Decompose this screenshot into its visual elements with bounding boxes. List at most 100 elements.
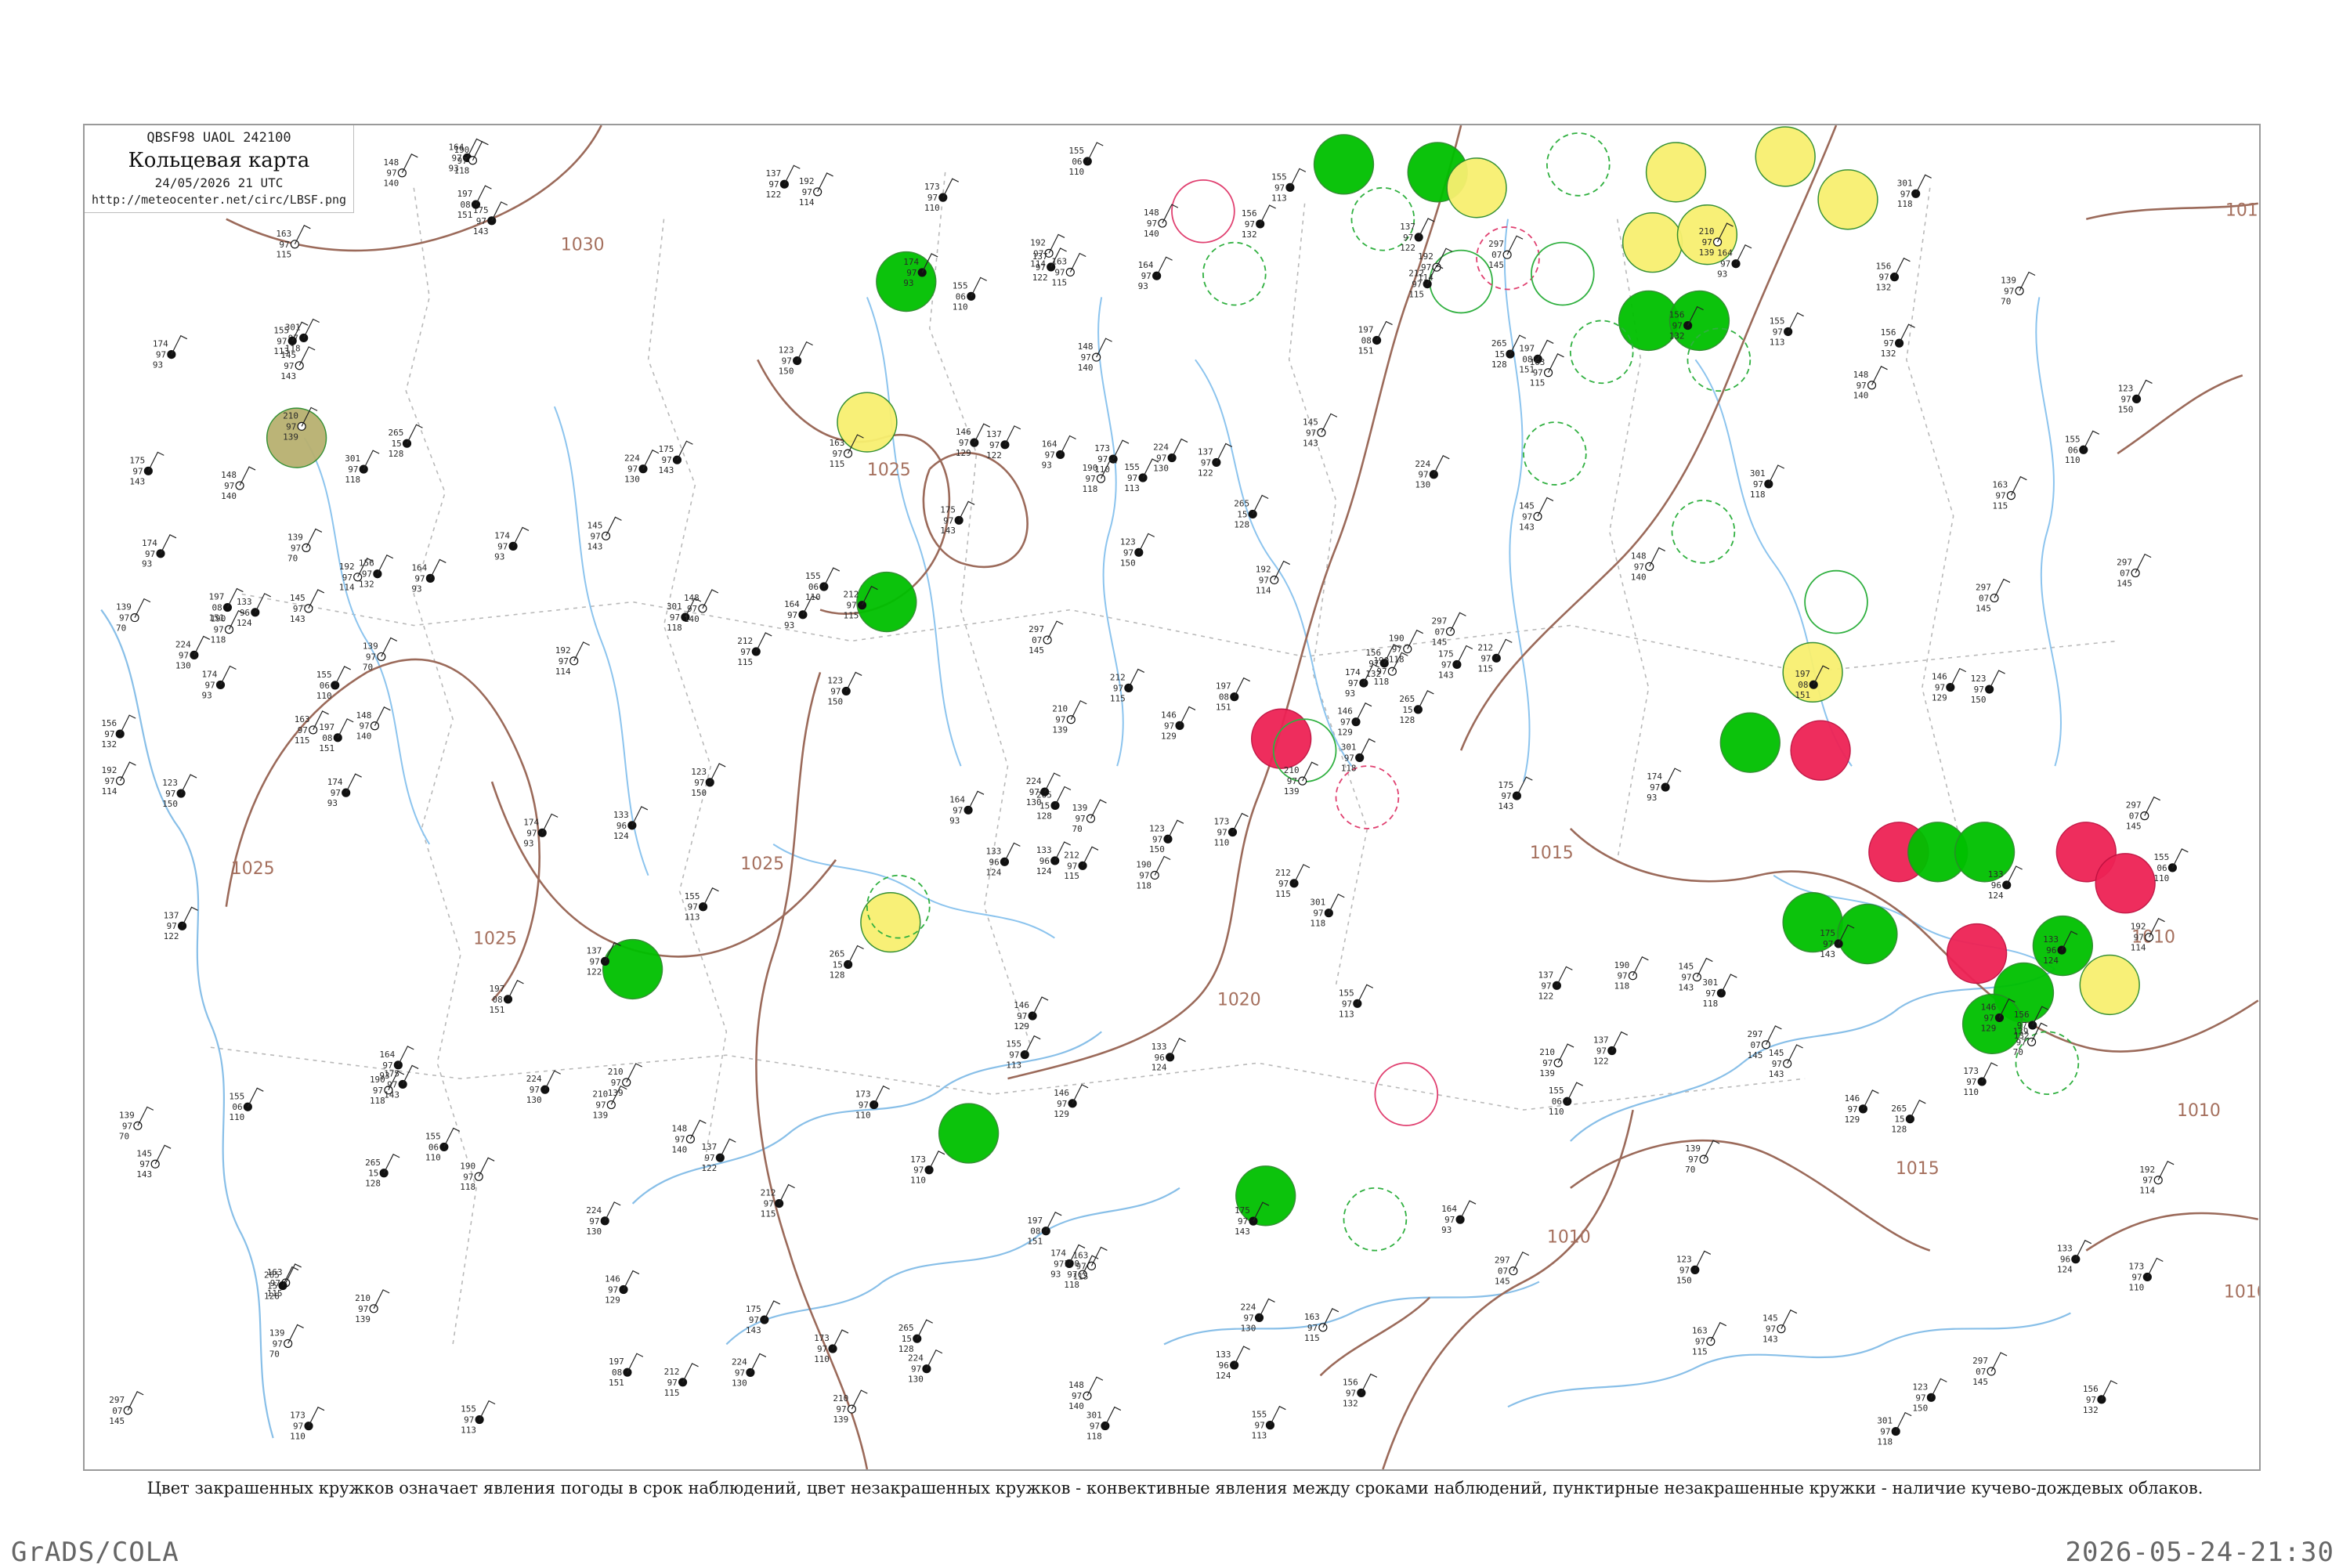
station-temp: 97 (667, 1378, 678, 1388)
station-temp: 97 (1966, 1077, 1976, 1087)
station-pressure: 265 (389, 428, 404, 438)
station-visibility: 124 (1988, 891, 2004, 901)
station-plot: 14697129 (1337, 702, 1372, 738)
station-pressure: 137 (164, 910, 179, 920)
station-visibility: 110 (814, 1354, 830, 1364)
station-pressure: 197 (1795, 669, 1810, 679)
station-pressure: 212 (737, 636, 753, 646)
station-temp: 97 (913, 1165, 924, 1176)
station-temp: 96 (2060, 1255, 2070, 1265)
station-plot: 13396124 (1216, 1346, 1250, 1381)
station-plot: 15697132 (2083, 1380, 2118, 1415)
station-plot: 1749793 (327, 773, 362, 808)
station-temp: 06 (320, 681, 330, 691)
station-visibility: 118 (1897, 199, 1913, 209)
station-visibility: 114 (2139, 1186, 2155, 1196)
station-temp: 97 (122, 1121, 132, 1131)
station-visibility: 110 (2128, 1282, 2144, 1292)
station-visibility: 115 (1051, 277, 1067, 287)
station-plot: 12397150 (779, 341, 813, 377)
weather-circle (1719, 712, 1781, 773)
station-dot (1083, 1391, 1092, 1400)
station-temp: 97 (787, 610, 797, 620)
station-visibility: 93 (1042, 460, 1052, 470)
station-dot (2026, 1037, 2037, 1046)
station-pressure: 174 (494, 530, 510, 540)
station-pressure: 146 (1014, 1000, 1029, 1010)
station-pressure: 146 (1932, 672, 1947, 682)
station-visibility: 122 (1198, 468, 1213, 478)
station-temp: 97 (1935, 683, 1945, 693)
station-pressure: 265 (1891, 1104, 1907, 1114)
station-visibility: 128 (1234, 519, 1249, 529)
station-temp: 97 (214, 625, 224, 635)
station-pressure: 174 (202, 669, 218, 679)
station-pressure: 163 (276, 229, 291, 239)
station-temp: 97 (740, 647, 750, 657)
station-visibility: 118 (1877, 1437, 1893, 1447)
station-pressure: 155 (1549, 1086, 1564, 1096)
weather-marks (266, 126, 2156, 1252)
station-visibility: 118 (1389, 655, 1405, 665)
station-temp: 97 (1164, 721, 1174, 731)
station-visibility: 129 (1337, 728, 1353, 738)
station-plot: 13797122 (765, 164, 801, 200)
station-temp: 97 (497, 541, 508, 551)
station-temp: 97 (224, 481, 234, 491)
station-visibility: 114 (1256, 585, 1271, 595)
station-visibility: 139 (592, 1111, 608, 1121)
station-temp: 07 (1435, 627, 1445, 637)
station-plot: 30197118 (1877, 1411, 1912, 1447)
station-temp: 97 (277, 336, 287, 346)
source-url[interactable]: http://meteocenter.net/circ/LBSF.png (85, 193, 353, 207)
station-visibility: 143 (473, 226, 489, 237)
station-temp: 15 (1495, 349, 1505, 359)
station-pressure: 301 (345, 453, 360, 464)
station-visibility: 93 (1138, 281, 1148, 291)
station-plot: 26515128 (365, 1154, 400, 1189)
station-temp: 97 (132, 466, 143, 476)
station-pressure: 155 (2065, 434, 2081, 444)
station-temp: 97 (1217, 827, 1227, 837)
station-visibility: 93 (153, 360, 163, 370)
station-plot: 21097139 (1052, 699, 1087, 735)
convective-ring (1335, 765, 1400, 829)
station-visibility: 128 (1036, 811, 1052, 821)
station-pressure: 190 (1614, 960, 1629, 970)
station-temp: 97 (802, 187, 812, 197)
station-visibility: 114 (2131, 943, 2146, 953)
station-visibility: 93 (523, 838, 533, 848)
convective-ring (1429, 249, 1493, 314)
station-visibility: 130 (732, 1378, 747, 1388)
station-visibility: 118 (1136, 880, 1152, 891)
station-visibility: 143 (384, 1089, 400, 1100)
station-plot: 29707145 (1029, 620, 1064, 656)
convective-ring (1523, 421, 1587, 486)
station-visibility: 132 (1242, 229, 1257, 240)
station-dot (1985, 685, 1994, 694)
station-plot: 15597113 (1271, 168, 1307, 203)
station-visibility: 110 (805, 592, 821, 602)
station-plot: 1399770 (119, 1106, 154, 1141)
station-visibility: 118 (460, 1182, 475, 1192)
station-visibility: 118 (211, 635, 226, 645)
station-visibility: 113 (1271, 193, 1287, 203)
station-pressure: 164 (1717, 248, 1733, 258)
station-visibility: 151 (1795, 690, 1810, 700)
station-plot: 29707145 (1432, 612, 1466, 647)
station-visibility: 113 (685, 912, 700, 923)
station-temp: 97 (1017, 1011, 1027, 1021)
station-temp: 97 (1287, 776, 1297, 786)
station-temp: 97 (1705, 988, 1716, 999)
station-plot: 19708151 (490, 980, 524, 1015)
station-plot: 14597143 (1762, 1309, 1798, 1345)
station-visibility: 139 (608, 1088, 624, 1098)
station-plot: 1649793 (1042, 435, 1076, 470)
station-plot: 15697132 (1876, 257, 1911, 293)
station-temp: 97 (749, 1315, 759, 1325)
station-visibility: 145 (1488, 260, 1504, 270)
station-visibility: 110 (953, 302, 968, 312)
station-temp: 97 (119, 613, 129, 623)
station-temp: 97 (2131, 1272, 2142, 1282)
station-pressure: 164 (1441, 1204, 1457, 1214)
